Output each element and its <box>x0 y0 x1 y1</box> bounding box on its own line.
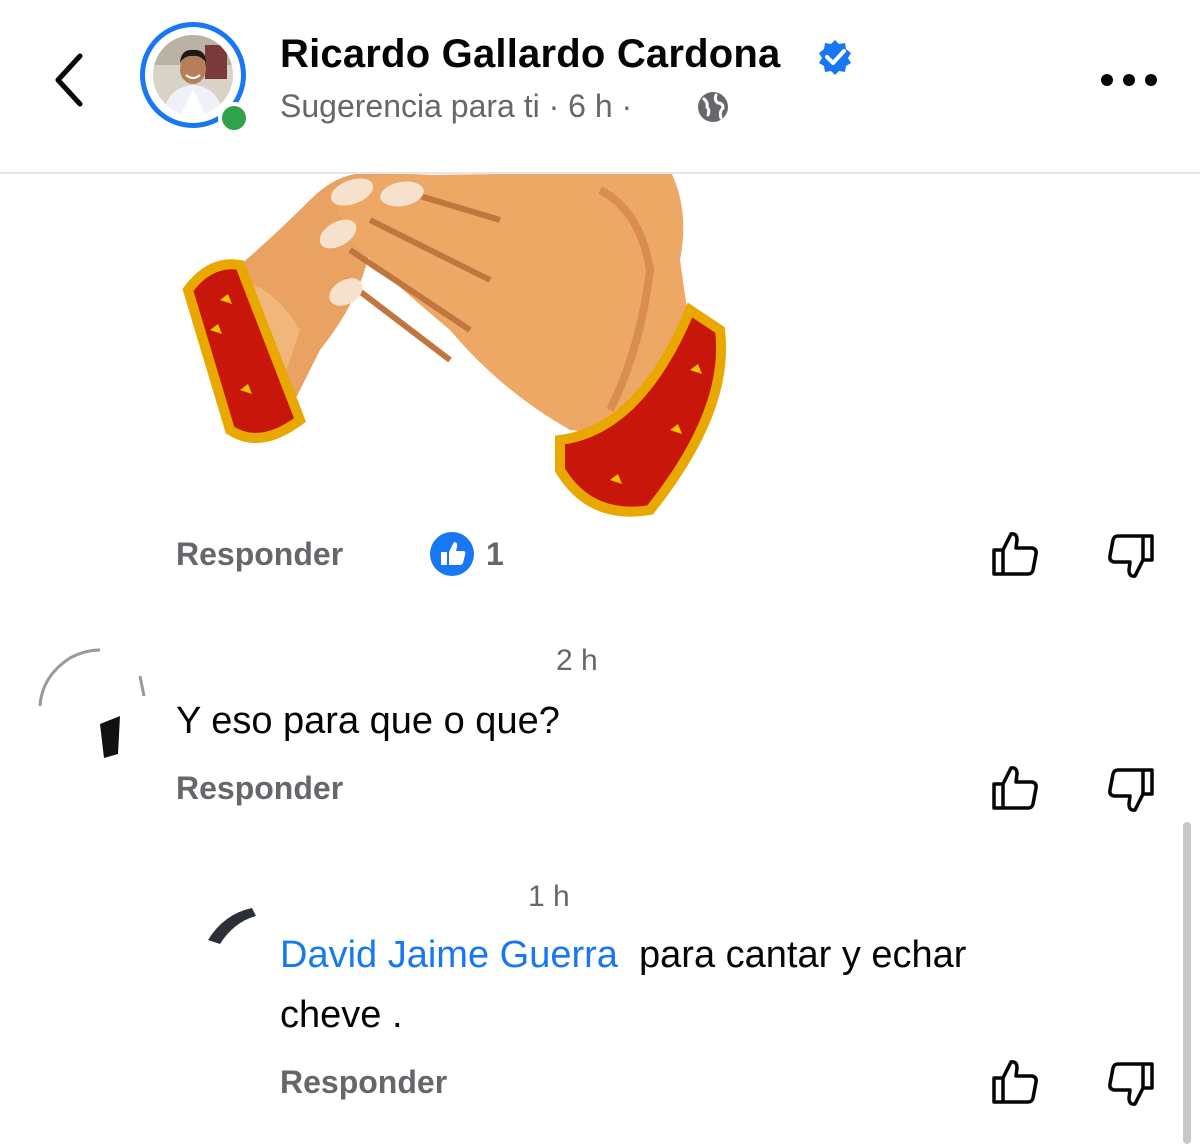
mention-link[interactable]: David Jaime Guerra <box>280 934 618 976</box>
commenter-avatar[interactable] <box>30 636 160 766</box>
separator: · <box>621 88 633 124</box>
like-icon[interactable] <box>428 530 476 578</box>
more-icon[interactable] <box>1098 66 1160 94</box>
comment-time: 1 h <box>528 880 570 913</box>
suggestion-label: Sugerencia para ti <box>280 88 540 124</box>
reply-button[interactable]: Responder <box>280 1064 447 1101</box>
comment-time: 2 h <box>556 644 598 677</box>
separator: · <box>548 88 560 124</box>
thumbs-up-icon[interactable] <box>990 1058 1040 1108</box>
thumbs-down-icon[interactable] <box>1106 1058 1156 1108</box>
praying-hands-sticker <box>182 170 727 517</box>
post-header: Ricardo Gallardo Cardona Sugerencia para… <box>0 0 1200 174</box>
post-subtitle: Sugerencia para ti · 6 h · <box>280 88 632 125</box>
thumbs-up-icon[interactable] <box>990 530 1040 580</box>
post-time[interactable]: 6 h <box>568 88 612 124</box>
thumbs-down-icon[interactable] <box>1106 530 1156 580</box>
back-icon[interactable] <box>48 50 88 110</box>
reply-button[interactable]: Responder <box>176 770 343 807</box>
avatar-image <box>153 35 233 115</box>
page-title[interactable]: Ricardo Gallardo Cardona <box>280 32 780 77</box>
thumbs-down-icon[interactable] <box>1106 764 1156 814</box>
reply-button[interactable]: Responder <box>176 536 343 573</box>
online-status-dot <box>218 102 250 134</box>
comment-text-line1: para cantar y echar <box>639 934 967 976</box>
reaction-count[interactable]: 1 <box>486 536 504 573</box>
thumbs-up-icon[interactable] <box>990 764 1040 814</box>
verified-icon <box>819 40 851 75</box>
reply-commenter-avatar[interactable] <box>204 900 264 950</box>
comment-text: Y eso para que o que? <box>176 700 560 742</box>
globe-icon <box>698 92 728 122</box>
comment-text-line2: cheve . <box>280 994 403 1036</box>
scrollbar[interactable] <box>1183 822 1191 1144</box>
comment-text: David Jaime Guerra para cantar y echar <box>280 934 966 977</box>
